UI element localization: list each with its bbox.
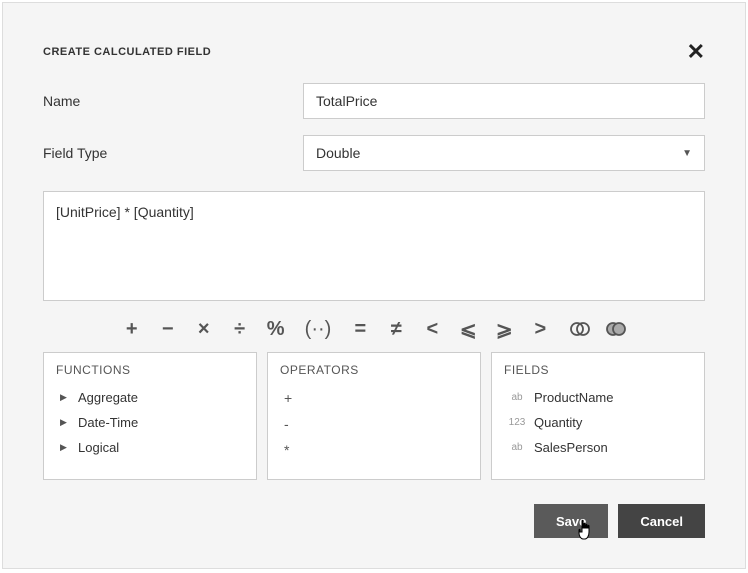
chevron-right-icon: ▶	[60, 392, 70, 403]
operator-item[interactable]: -	[280, 411, 468, 437]
text-type-icon: ab	[508, 392, 526, 403]
field-item[interactable]: abSalesPerson	[504, 435, 692, 460]
text-type-icon: ab	[508, 442, 526, 453]
join-outer-icon[interactable]	[605, 318, 627, 340]
calculated-field-dialog: CREATE CALCULATED FIELD ✕ Name Field Typ…	[2, 2, 746, 569]
paren-icon[interactable]: (··)	[305, 318, 332, 340]
expression-input[interactable]: [UnitPrice] * [Quantity]	[43, 191, 705, 301]
equals-icon[interactable]: =	[349, 318, 371, 340]
field-type-label: Field Type	[43, 145, 303, 161]
field-item[interactable]: 123Quantity	[504, 410, 692, 435]
plus-icon[interactable]: +	[121, 318, 143, 340]
greater-than-icon[interactable]: >	[529, 318, 551, 340]
join-inner-icon[interactable]	[569, 318, 591, 340]
greater-than-equal-icon[interactable]: ⩾	[493, 318, 515, 340]
name-input[interactable]	[303, 83, 705, 119]
number-type-icon: 123	[508, 417, 526, 428]
operator-toolbar: + − × ÷ % (··) = ≠ < ⩽ ⩾ >	[3, 318, 745, 352]
panels-row: FUNCTIONS ▶Aggregate ▶Date-Time ▶Logical…	[3, 352, 745, 480]
not-equals-icon[interactable]: ≠	[385, 318, 407, 340]
dialog-header: CREATE CALCULATED FIELD ✕	[3, 3, 745, 83]
dialog-title: CREATE CALCULATED FIELD	[43, 46, 211, 58]
operators-panel: OPERATORS + - *	[267, 352, 481, 480]
functions-header: FUNCTIONS	[44, 353, 256, 385]
close-icon[interactable]: ✕	[687, 41, 705, 63]
functions-panel: FUNCTIONS ▶Aggregate ▶Date-Time ▶Logical	[43, 352, 257, 480]
field-item[interactable]: abProductName	[504, 385, 692, 410]
save-button[interactable]: Save	[534, 504, 608, 538]
operator-item[interactable]: +	[280, 385, 468, 411]
cancel-button[interactable]: Cancel	[618, 504, 705, 538]
field-type-value: Double	[316, 145, 360, 161]
chevron-right-icon: ▶	[60, 442, 70, 453]
multiply-icon[interactable]: ×	[193, 318, 215, 340]
function-category[interactable]: ▶Date-Time	[56, 410, 244, 435]
fields-header: FIELDS	[492, 353, 704, 385]
percent-icon[interactable]: %	[265, 318, 287, 340]
chevron-right-icon: ▶	[60, 417, 70, 428]
divide-icon[interactable]: ÷	[229, 318, 251, 340]
name-row: Name	[3, 83, 745, 119]
operators-header: OPERATORS	[268, 353, 480, 385]
minus-icon[interactable]: −	[157, 318, 179, 340]
field-type-select[interactable]: Double ▼	[303, 135, 705, 171]
name-label: Name	[43, 93, 303, 109]
dialog-footer: Save Cancel	[534, 504, 705, 538]
function-category[interactable]: ▶Logical	[56, 435, 244, 460]
field-type-row: Field Type Double ▼	[3, 135, 745, 171]
function-category[interactable]: ▶Aggregate	[56, 385, 244, 410]
operator-item[interactable]: *	[280, 437, 468, 463]
less-than-equal-icon[interactable]: ⩽	[457, 318, 479, 340]
chevron-down-icon: ▼	[682, 148, 692, 159]
less-than-icon[interactable]: <	[421, 318, 443, 340]
fields-panel: FIELDS abProductName 123Quantity abSales…	[491, 352, 705, 480]
